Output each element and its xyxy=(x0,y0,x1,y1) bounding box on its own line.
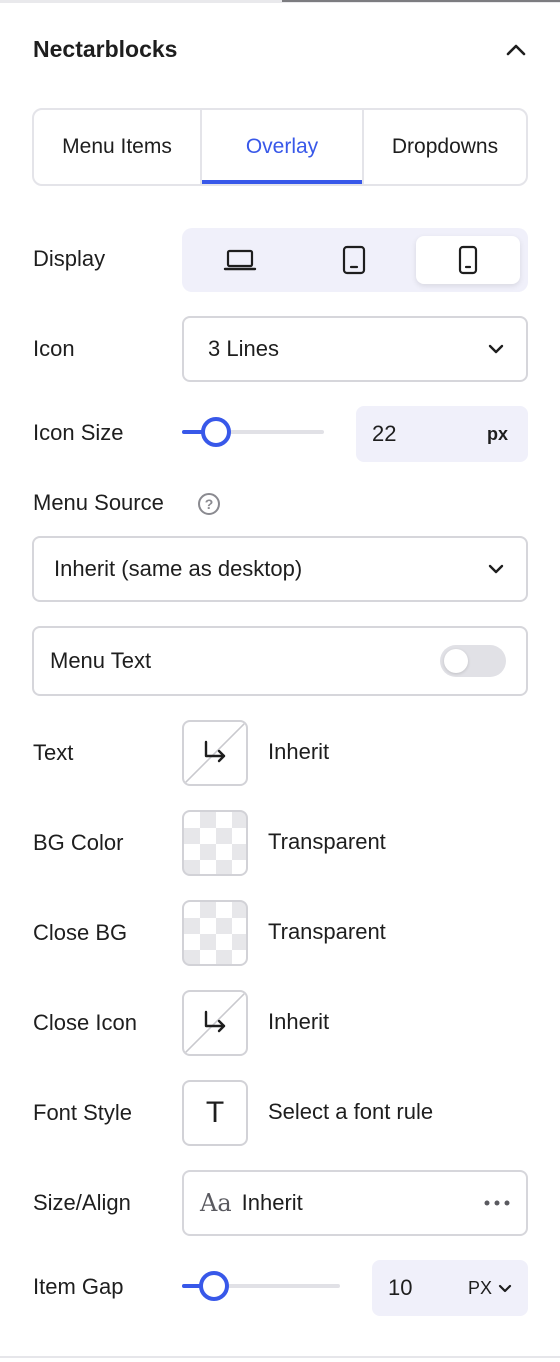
bg-color-swatch[interactable] xyxy=(182,810,248,876)
font-style-value: Select a font rule xyxy=(268,1099,434,1124)
icon-select[interactable]: 3 Lines xyxy=(182,316,528,382)
icon-label: Icon xyxy=(33,336,75,361)
item-gap-value: 10 xyxy=(388,1275,413,1300)
device-tablet-button[interactable] xyxy=(302,236,406,284)
panel-title: Nectarblocks xyxy=(33,36,178,62)
close-bg-label: Close BG xyxy=(33,920,128,945)
bg-color-value: Transparent xyxy=(268,829,386,854)
item-gap-label: Item Gap xyxy=(33,1274,124,1299)
top-divider xyxy=(0,0,560,3)
menu-source-label: Menu Source xyxy=(33,490,164,515)
text-color-label: Text xyxy=(33,740,74,765)
size-align-control[interactable]: Aa Inherit xyxy=(182,1170,528,1236)
tab-bar: Menu Items Overlay Dropdowns xyxy=(32,108,528,186)
phone-icon xyxy=(458,245,478,275)
tab-menu-items[interactable]: Menu Items xyxy=(34,110,200,184)
close-icon-value: Inherit xyxy=(268,1009,330,1034)
font-style-button[interactable]: T xyxy=(182,1080,248,1146)
item-gap-slider-thumb[interactable] xyxy=(199,1271,229,1301)
inherit-arrow-icon xyxy=(184,992,246,1054)
device-desktop-button[interactable] xyxy=(188,236,292,284)
item-gap-input[interactable]: 10 PX xyxy=(372,1260,528,1316)
inherit-arrow-icon xyxy=(184,722,246,784)
icon-size-label: Icon Size xyxy=(33,420,124,445)
chevron-down-icon xyxy=(488,564,504,574)
more-horizontal-icon[interactable] xyxy=(484,1200,510,1206)
tablet-icon xyxy=(342,245,366,275)
text-color-value: Inherit xyxy=(268,739,330,764)
device-mobile-button[interactable] xyxy=(416,236,520,284)
menu-text-toggle[interactable] xyxy=(440,645,506,677)
menu-text-row: Menu Text xyxy=(32,626,528,696)
item-gap-unit-select[interactable]: PX xyxy=(468,1278,512,1299)
collapse-panel-button[interactable] xyxy=(500,34,532,66)
font-style-label: Font Style xyxy=(33,1100,133,1125)
close-bg-value: Transparent xyxy=(268,919,386,944)
item-gap-unit: PX xyxy=(467,1277,492,1298)
tab-dropdowns[interactable]: Dropdowns xyxy=(362,110,526,184)
icon-size-value: 22 xyxy=(372,421,397,446)
icon-size-input[interactable]: 22 px xyxy=(356,406,528,462)
close-bg-swatch[interactable] xyxy=(182,900,248,966)
font-size-icon: Aa xyxy=(200,1189,232,1217)
close-icon-label: Close Icon xyxy=(33,1010,137,1035)
font-t-icon: T xyxy=(205,1096,225,1129)
icon-select-value: 3 Lines xyxy=(208,336,279,361)
icon-size-slider-thumb[interactable] xyxy=(201,417,231,447)
menu-source-select[interactable]: Inherit (same as desktop) xyxy=(32,536,528,602)
menu-text-label: Menu Text xyxy=(50,648,152,673)
question-circle-icon[interactable]: ? xyxy=(198,493,220,515)
size-align-value: Inherit xyxy=(241,1190,303,1215)
top-divider-accent xyxy=(282,0,560,2)
chevron-up-icon xyxy=(506,44,526,56)
tab-overlay[interactable]: Overlay xyxy=(200,110,362,184)
bg-color-label: BG Color xyxy=(33,830,124,855)
display-label: Display xyxy=(33,246,106,271)
laptop-icon xyxy=(223,249,257,271)
menu-source-value: Inherit (same as desktop) xyxy=(54,556,303,581)
text-color-swatch[interactable] xyxy=(182,720,248,786)
close-icon-swatch[interactable] xyxy=(182,990,248,1056)
chevron-down-icon xyxy=(488,344,504,354)
icon-size-unit: px xyxy=(486,423,508,444)
toggle-knob xyxy=(444,649,468,673)
device-switcher xyxy=(182,228,528,292)
bottom-divider xyxy=(0,1356,560,1358)
chevron-down-icon xyxy=(498,1284,512,1292)
size-align-label: Size/Align xyxy=(33,1190,131,1215)
